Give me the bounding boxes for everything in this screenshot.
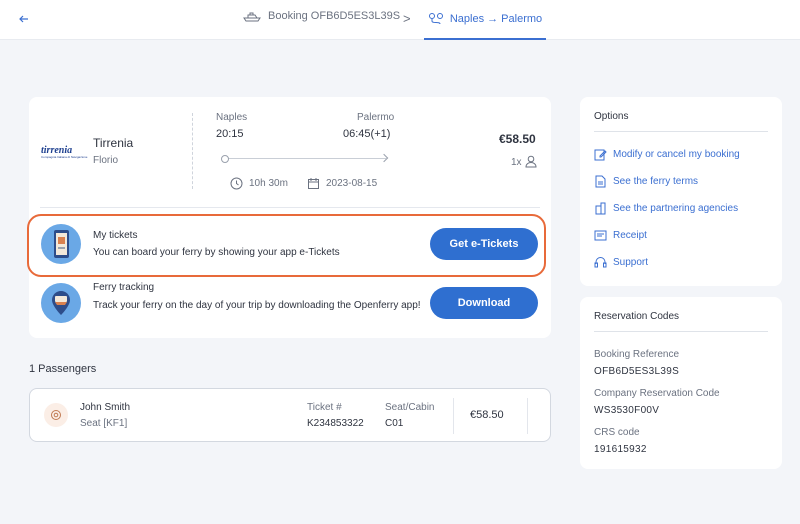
company-name: Tirrenia bbox=[93, 136, 134, 150]
passenger-price: €58.50 bbox=[470, 409, 504, 421]
ship-icon bbox=[243, 12, 261, 22]
crs-code-value: 191615932 bbox=[594, 444, 647, 455]
building-icon bbox=[595, 202, 606, 215]
column-divider bbox=[453, 398, 454, 434]
destination-port: Palermo bbox=[357, 112, 395, 123]
options-title: Options bbox=[594, 111, 629, 122]
reservation-codes-card: Reservation Codes Booking Reference OFB6… bbox=[580, 297, 782, 469]
origin-port: Naples bbox=[216, 112, 248, 123]
route-line bbox=[221, 155, 386, 163]
booking-reference-value: OFB6D5ES3L39S bbox=[594, 366, 680, 377]
user-avatar-icon bbox=[44, 403, 68, 427]
back-button[interactable] bbox=[18, 12, 30, 28]
document-icon bbox=[595, 175, 606, 188]
vessel-name: Florio bbox=[93, 155, 119, 166]
passenger-seat: Seat [KF1] bbox=[80, 418, 128, 429]
ticket-number: K234853322 bbox=[307, 418, 364, 429]
option-modify-cancel[interactable]: Modify or cancel my booking bbox=[594, 148, 740, 161]
trip-date: 2023-08-15 bbox=[326, 178, 378, 189]
codes-title: Reservation Codes bbox=[594, 311, 680, 322]
trip-price: €58.50 bbox=[499, 132, 536, 146]
section-divider bbox=[40, 207, 540, 208]
trip-duration: 10h 30m bbox=[249, 178, 288, 189]
crs-code-label: CRS code bbox=[594, 427, 640, 438]
route-icon bbox=[428, 13, 443, 25]
seat-cabin-value: C01 bbox=[385, 418, 404, 429]
arrive-time: 06:45(+1) bbox=[343, 128, 391, 140]
passenger-count: 1x bbox=[511, 157, 522, 168]
column-divider bbox=[527, 398, 528, 434]
option-ferry-terms[interactable]: See the ferry terms bbox=[594, 175, 698, 188]
breadcrumb-route-label: Naples → Palermo bbox=[449, 13, 543, 25]
divider-dotted bbox=[192, 113, 193, 189]
passenger-name: John Smith bbox=[80, 402, 131, 413]
receipt-icon bbox=[594, 230, 607, 241]
passengers-heading: 1 Passengers bbox=[29, 363, 97, 375]
top-navigation-bar: Booking OFB6D5ES3L39S > Naples → Palermo bbox=[0, 0, 800, 40]
ferry-tracking-icon bbox=[41, 283, 81, 323]
edit-icon bbox=[594, 149, 607, 161]
company-code-value: WS3530F00V bbox=[594, 405, 660, 416]
headset-icon bbox=[594, 257, 607, 268]
breadcrumb-booking[interactable]: Booking OFB6D5ES3L39S bbox=[243, 10, 400, 22]
ticket-number-label: Ticket # bbox=[307, 402, 342, 413]
tickets-highlight-outline bbox=[27, 214, 546, 277]
depart-time: 20:15 bbox=[216, 128, 244, 140]
breadcrumb-route-tab[interactable]: Naples → Palermo bbox=[424, 0, 546, 40]
company-logo: tirrenia Compagnia Italiana di Navigazio… bbox=[41, 145, 88, 159]
option-receipt[interactable]: Receipt bbox=[594, 229, 647, 242]
passenger-row[interactable]: John Smith Seat [KF1] Ticket # K23485332… bbox=[29, 388, 551, 442]
company-code-label: Company Reservation Code bbox=[594, 388, 720, 399]
options-card: Options Modify or cancel my booking See … bbox=[580, 97, 782, 286]
tracking-description: Track your ferry on the day of your trip… bbox=[93, 300, 421, 311]
breadcrumb-booking-label: Booking OFB6D5ES3L39S bbox=[268, 10, 401, 22]
breadcrumb-separator: > bbox=[403, 11, 411, 26]
codes-divider bbox=[594, 331, 768, 332]
clock-icon bbox=[230, 177, 243, 195]
options-divider bbox=[594, 131, 768, 132]
arrow-left-icon bbox=[19, 15, 28, 23]
download-app-button[interactable]: Download bbox=[430, 287, 538, 319]
booking-reference-label: Booking Reference bbox=[594, 349, 680, 360]
tracking-title: Ferry tracking bbox=[93, 282, 155, 293]
calendar-icon bbox=[307, 177, 320, 195]
person-icon bbox=[525, 155, 537, 173]
seat-cabin-label: Seat/Cabin bbox=[385, 402, 435, 413]
option-support[interactable]: Support bbox=[594, 256, 648, 269]
option-partnering-agencies[interactable]: See the partnering agencies bbox=[594, 202, 738, 215]
